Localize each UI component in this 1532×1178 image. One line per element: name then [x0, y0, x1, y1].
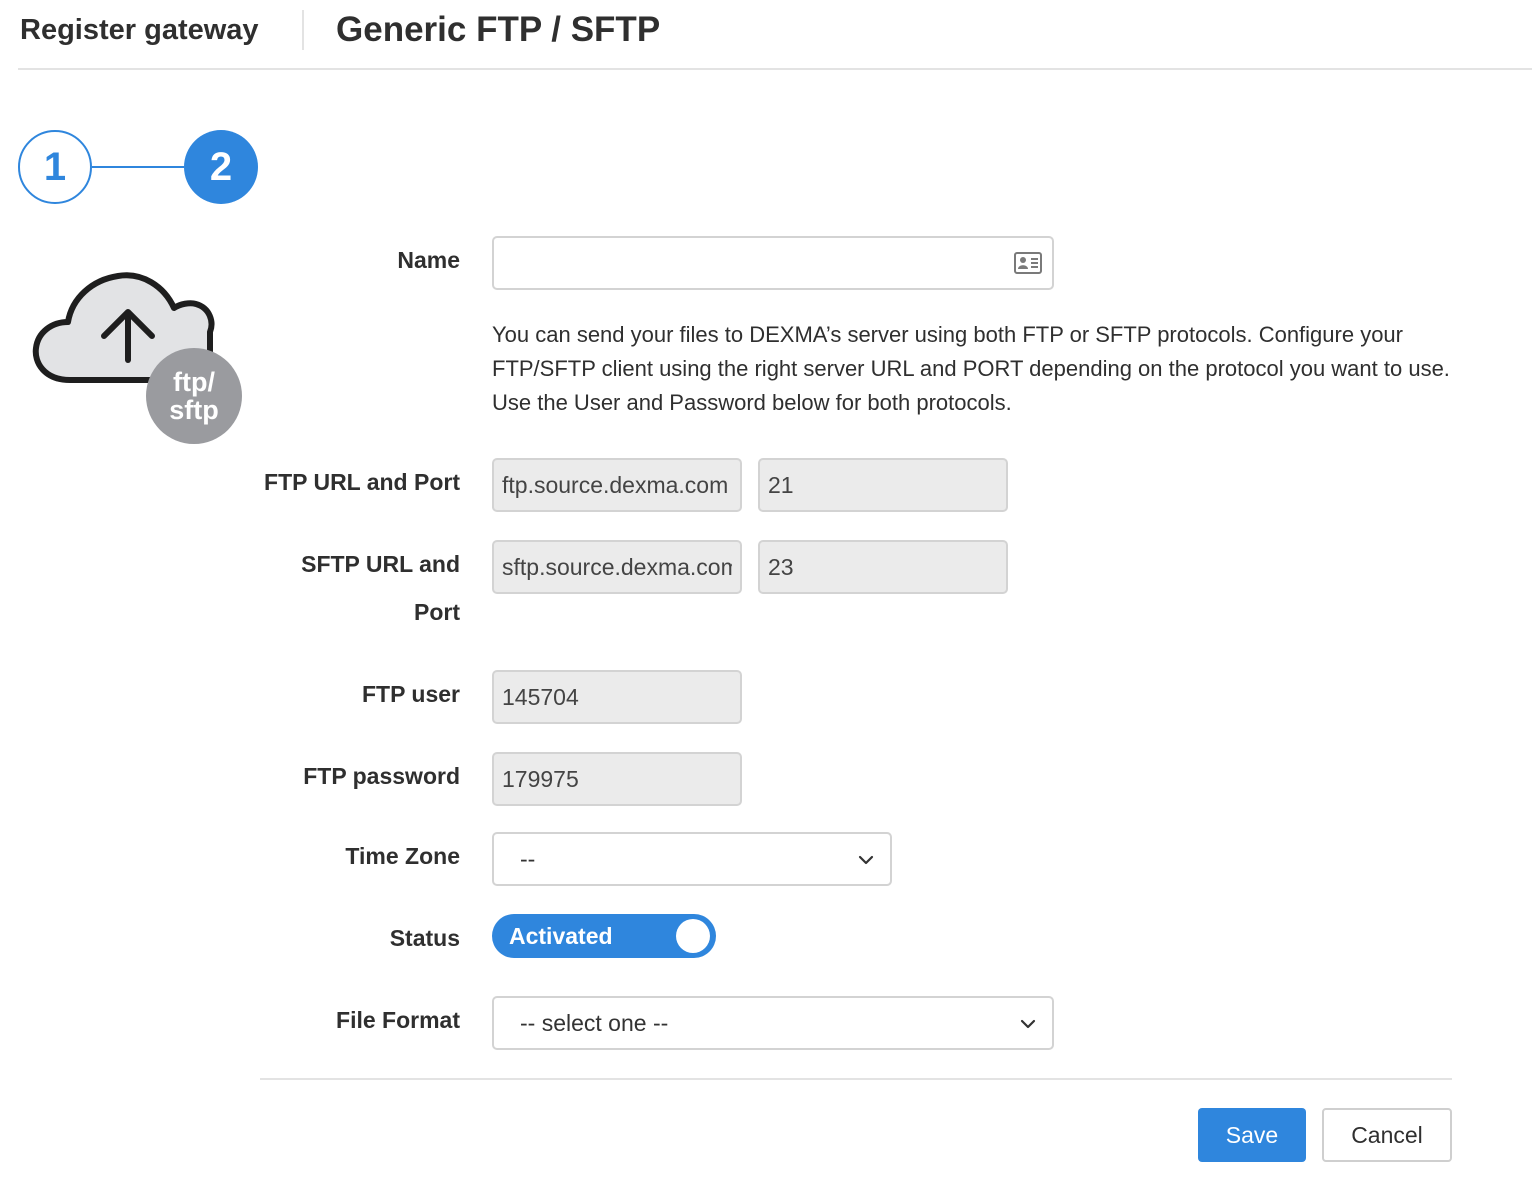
wizard-stepper: 1 2 — [18, 130, 258, 204]
ftp-sftp-logo: ftp/ sftp — [30, 262, 250, 452]
header-divider — [302, 10, 304, 50]
toggle-knob — [676, 919, 710, 953]
file-format-label: File Format — [336, 1007, 460, 1033]
page-title: Generic FTP / SFTP — [336, 10, 661, 49]
status-toggle-label: Activated — [509, 922, 613, 949]
breadcrumb-register-gateway[interactable]: Register gateway — [20, 14, 259, 47]
step-1[interactable]: 1 — [18, 130, 92, 204]
status-label: Status — [389, 925, 460, 951]
ftp-port-field[interactable]: 21 — [758, 458, 1008, 512]
name-input[interactable] — [492, 236, 1054, 290]
timezone-value: -- — [520, 845, 536, 872]
timezone-select[interactable]: -- — [492, 832, 892, 886]
ftp-password-field[interactable]: 179975 — [492, 752, 742, 806]
sftp-port-value: 23 — [768, 553, 794, 580]
sftp-url-label: SFTP URL and Port — [301, 540, 460, 636]
ftp-password-value: 179975 — [502, 765, 579, 792]
chevron-down-icon — [1020, 1019, 1036, 1029]
cancel-button[interactable]: Cancel — [1322, 1108, 1452, 1162]
file-format-select[interactable]: -- select one -- — [492, 996, 1054, 1050]
page-header: Register gateway Generic FTP / SFTP — [18, 0, 1532, 70]
footer-divider — [260, 1078, 1452, 1080]
ftp-port-value: 21 — [768, 471, 794, 498]
ftp-url-field[interactable]: ftp.source.dexma.com — [492, 458, 742, 512]
contact-card-icon[interactable] — [1014, 252, 1042, 274]
status-toggle[interactable]: Activated — [492, 914, 716, 958]
ftp-user-label: FTP user — [362, 681, 460, 707]
badge-line-1: ftp/ — [173, 367, 215, 397]
step-2-active: 2 — [184, 130, 258, 204]
ftp-password-label: FTP password — [303, 763, 460, 789]
sftp-url-field[interactable]: sftp.source.dexma.com — [492, 540, 742, 594]
file-format-value: -- select one -- — [520, 1009, 669, 1036]
ftp-help-text: You can send your files to DEXMA’s serve… — [492, 322, 1450, 415]
save-button[interactable]: Save — [1198, 1108, 1306, 1162]
ftp-user-value: 145704 — [502, 683, 579, 710]
sftp-url-label-line-2: Port — [414, 599, 460, 625]
stepper-connector — [92, 166, 184, 168]
sftp-port-field[interactable]: 23 — [758, 540, 1008, 594]
ftp-url-label: FTP URL and Port — [264, 469, 460, 495]
ftp-sftp-badge: ftp/ sftp — [146, 348, 242, 444]
ftp-url-value: ftp.source.dexma.com — [502, 471, 729, 498]
sftp-url-value: sftp.source.dexma.com — [502, 553, 732, 580]
chevron-down-icon — [858, 855, 874, 865]
badge-line-2: sftp — [169, 395, 219, 425]
sftp-url-label-line-1: SFTP URL and — [301, 551, 460, 577]
name-label: Name — [397, 247, 460, 273]
ftp-user-field[interactable]: 145704 — [492, 670, 742, 724]
timezone-label: Time Zone — [345, 843, 460, 869]
